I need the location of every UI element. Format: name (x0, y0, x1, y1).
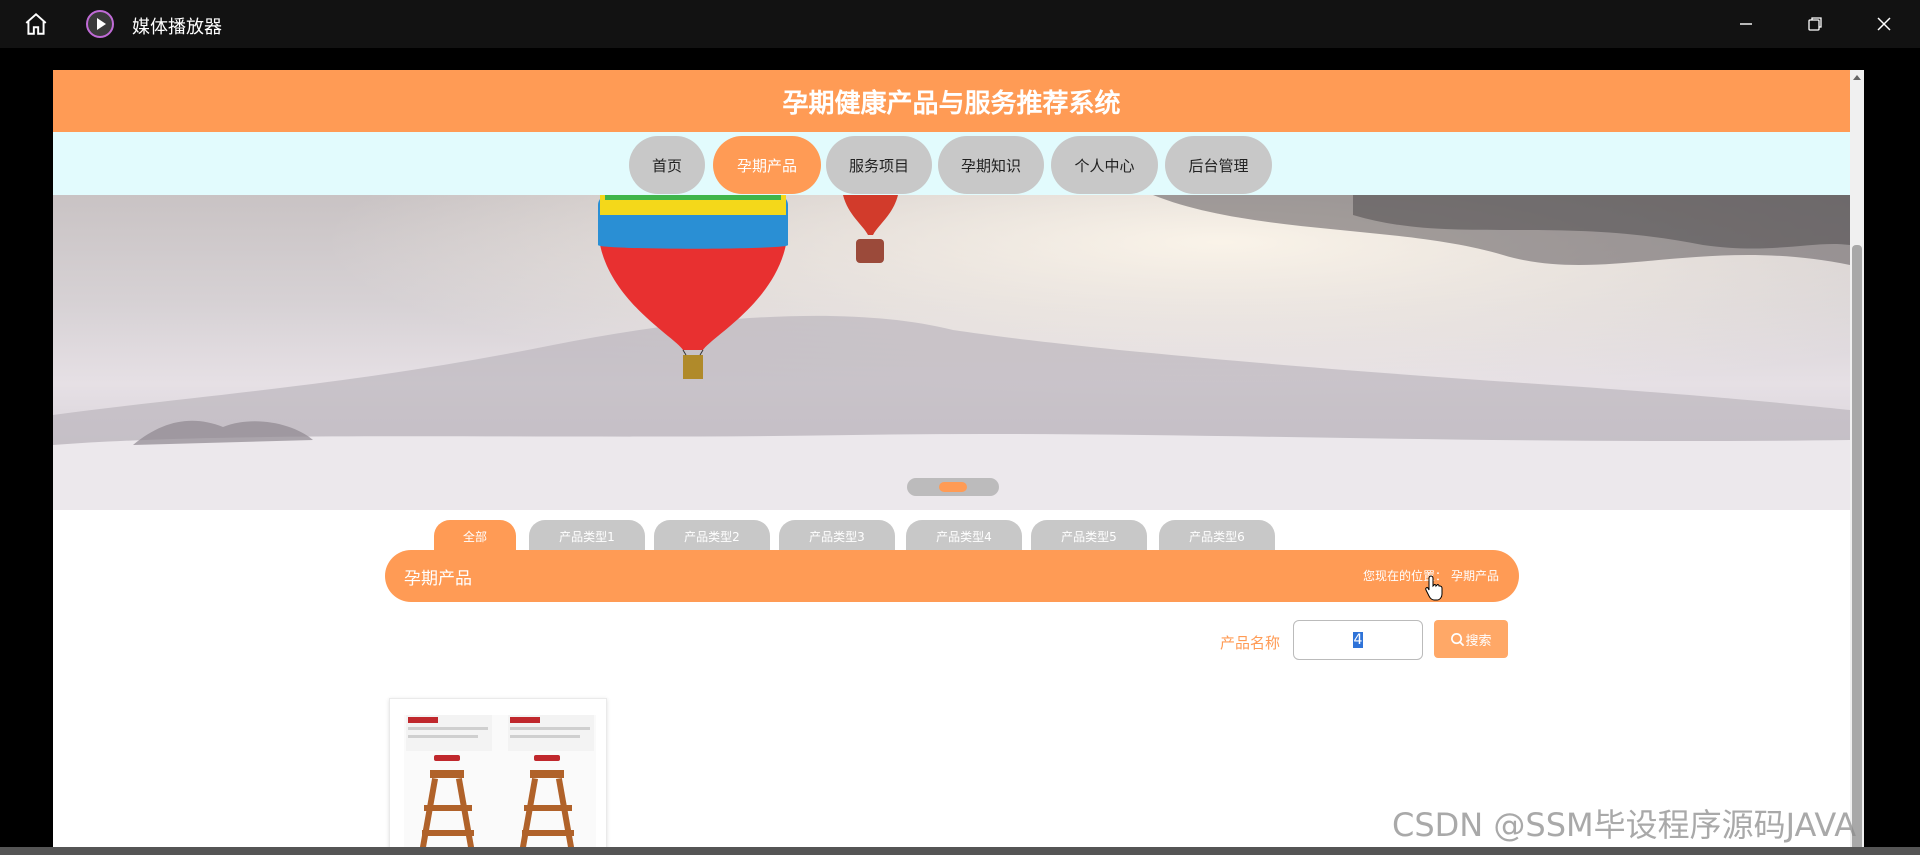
site-title: 孕期健康产品与服务推荐系统 (782, 88, 1121, 119)
search-label: 产品名称 (1220, 634, 1281, 652)
close-icon[interactable] (1860, 6, 1908, 42)
carousel-indicator[interactable] (907, 478, 999, 496)
category-tab-all[interactable]: 全部 (434, 520, 516, 552)
minimize-icon[interactable] (1722, 6, 1770, 42)
nav-item-products[interactable]: 孕期产品 (713, 136, 821, 194)
section-title: 孕期产品 (404, 569, 472, 589)
page-scrollbar[interactable] (1850, 70, 1864, 855)
site-header: 孕期健康产品与服务推荐系统 (53, 70, 1850, 132)
product-image[interactable] (404, 715, 596, 855)
nav-item-knowledge[interactable]: 孕期知识 (938, 136, 1044, 194)
window-titlebar: 媒体播放器 (0, 0, 1920, 48)
nav-item-home[interactable]: 首页 (629, 136, 705, 194)
nav-item-admin[interactable]: 后台管理 (1165, 136, 1272, 194)
search-button-label: 搜索 (1465, 633, 1492, 649)
restore-icon[interactable] (1791, 6, 1839, 42)
media-player-icon (86, 10, 114, 38)
category-tab-type4[interactable]: 产品类型4 (906, 520, 1022, 552)
scrollbar-thumb[interactable] (1852, 245, 1862, 855)
banner-image (53, 195, 1850, 510)
category-tab-type3[interactable]: 产品类型3 (779, 520, 895, 552)
search-icon (1451, 632, 1465, 646)
carousel-dot-active[interactable] (939, 482, 967, 492)
home-icon[interactable] (18, 10, 54, 38)
breadcrumb-current[interactable]: 孕期产品 (1451, 569, 1499, 583)
main-nav: 首页 孕期产品 服务项目 孕期知识 个人中心 后台管理 (53, 132, 1850, 195)
scroll-up-arrow-icon[interactable] (1850, 70, 1864, 84)
search-input-value: 4 (1352, 632, 1364, 648)
watermark-text: CSDN @SSM毕设程序源码JAVA (1392, 806, 1857, 844)
web-page: 孕期健康产品与服务推荐系统 首页 孕期产品 服务项目 孕期知识 个人中心 后台管… (53, 70, 1850, 855)
bottom-bar (0, 847, 1920, 855)
nav-item-personal-center[interactable]: 个人中心 (1051, 136, 1158, 194)
section-header: 孕期产品 您现在的位置： 孕期产品 (385, 550, 1519, 602)
category-tab-type5[interactable]: 产品类型5 (1031, 520, 1147, 552)
category-tab-type1[interactable]: 产品类型1 (529, 520, 645, 552)
product-card[interactable] (389, 698, 607, 855)
category-tab-type6[interactable]: 产品类型6 (1159, 520, 1275, 552)
banner-carousel[interactable] (53, 195, 1850, 510)
search-input[interactable]: 4 (1293, 620, 1423, 660)
category-tab-type2[interactable]: 产品类型2 (654, 520, 770, 552)
window-title: 媒体播放器 (132, 17, 222, 38)
nav-item-services[interactable]: 服务项目 (826, 136, 932, 194)
mouse-pointer-icon (1425, 575, 1443, 601)
search-button[interactable]: 搜索 (1434, 620, 1508, 658)
